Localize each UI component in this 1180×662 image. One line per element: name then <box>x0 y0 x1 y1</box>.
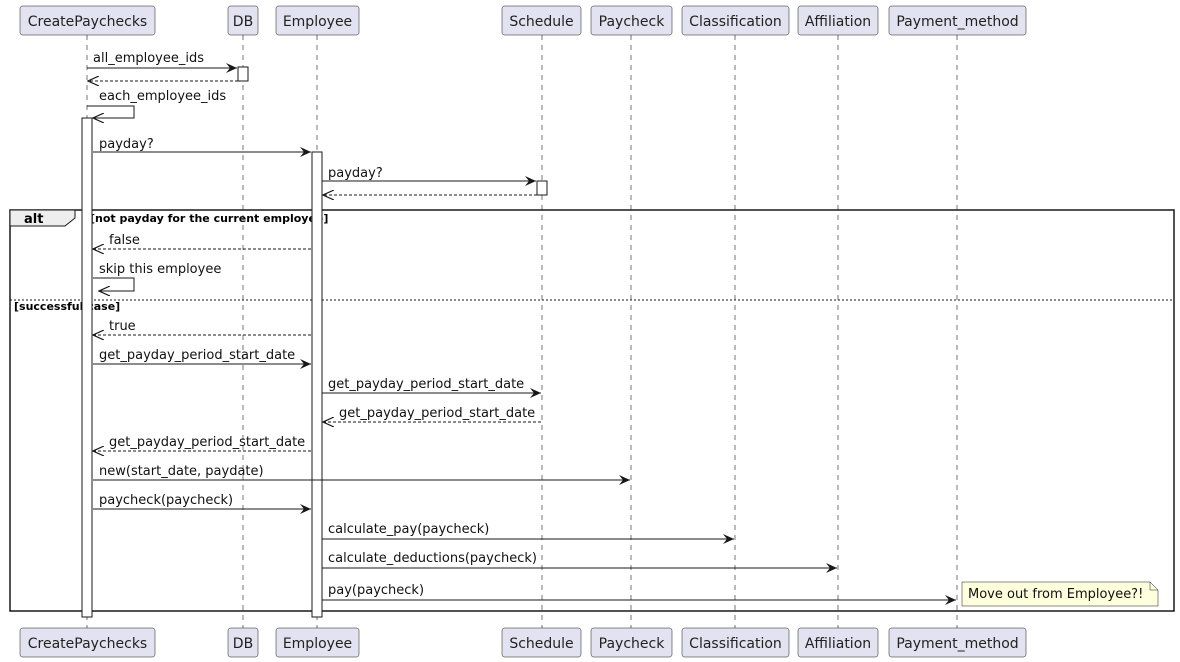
alt-keyword: alt <box>24 212 43 227</box>
message-label: all_employee_ids <box>93 51 204 66</box>
participant-schedule-top[interactable]: Schedule <box>501 5 582 36</box>
message-7[interactable]: skip this employee <box>93 262 221 291</box>
participant-classification-bottom[interactable]: Classification <box>681 627 790 658</box>
message-label: calculate_deductions(paycheck) <box>328 551 537 566</box>
participant-label: Schedule <box>509 636 573 652</box>
participant-affiliation-top[interactable]: Affiliation <box>797 5 879 36</box>
participant-payment_method-bottom[interactable]: Payment_method <box>888 627 1027 658</box>
message-label: each_employee_ids <box>99 89 226 104</box>
message-label: true <box>109 319 136 334</box>
participant-db-bottom[interactable]: DB <box>227 627 259 658</box>
message-0[interactable]: all_employee_ids <box>87 51 237 73</box>
note-text: Move out from Employee?! <box>968 587 1143 602</box>
note: Move out from Employee?! <box>961 581 1159 607</box>
message-label: paycheck(paycheck) <box>99 493 233 508</box>
participant-classification-top[interactable]: Classification <box>681 5 790 36</box>
message-label: payday? <box>328 166 383 181</box>
participant-label: Paycheck <box>599 636 666 652</box>
participant-label: Classification <box>689 636 782 652</box>
activation-bar-employee <box>311 151 323 618</box>
message-label: get_payday_period_start_date <box>339 406 535 421</box>
message-label: calculate_pay(paycheck) <box>328 522 489 537</box>
participant-label: Payment_method <box>896 14 1018 30</box>
participant-employee-bottom[interactable]: Employee <box>275 627 360 658</box>
return-message-6[interactable]: false <box>93 233 311 249</box>
activation-bar-createpaychecks <box>81 117 93 618</box>
message-16[interactable]: calculate_deductions(paycheck) <box>322 551 837 573</box>
message-3[interactable]: payday? <box>93 137 311 157</box>
return-message-12[interactable]: get_payday_period_start_date <box>93 435 311 451</box>
participant-label: Employee <box>283 14 352 30</box>
message-13[interactable]: new(start_date, paydate) <box>93 464 630 485</box>
participant-createpaychecks-top[interactable]: CreatePaychecks <box>19 5 156 36</box>
participant-label: Classification <box>689 14 782 30</box>
participant-label: Affiliation <box>805 636 871 652</box>
return-message-8[interactable]: true <box>93 319 311 335</box>
activation-bar-schedule <box>536 180 548 196</box>
participant-label: DB <box>233 636 253 652</box>
self-arrow <box>93 277 135 291</box>
participant-affiliation-bottom[interactable]: Affiliation <box>797 627 879 658</box>
participant-label: DB <box>233 14 253 30</box>
participant-employee-top[interactable]: Employee <box>275 5 360 36</box>
participant-label: CreatePaychecks <box>28 636 147 652</box>
participant-label: Payment_method <box>896 636 1018 652</box>
participant-label: Schedule <box>509 14 573 30</box>
alt-guard-2: [successful case] <box>14 300 120 313</box>
participant-label: Employee <box>283 636 352 652</box>
message-15[interactable]: calculate_pay(paycheck) <box>322 522 734 544</box>
message-label: get_payday_period_start_date <box>99 348 295 363</box>
alt-guard-1: [not payday for the current employee] <box>90 212 328 225</box>
participant-db-top[interactable]: DB <box>227 5 259 36</box>
participant-label: Paycheck <box>599 14 666 30</box>
self-arrow <box>87 105 135 118</box>
participant-createpaychecks-bottom[interactable]: CreatePaychecks <box>19 627 156 658</box>
participant-schedule-bottom[interactable]: Schedule <box>501 627 582 658</box>
message-label: skip this employee <box>99 262 221 277</box>
message-label: get_payday_period_start_date <box>109 435 305 450</box>
message-label: get_payday_period_start_date <box>328 377 524 392</box>
activation-bar-db <box>237 66 249 82</box>
sequence-diagram: alt [not payday for the current employee]… <box>9 5 1175 658</box>
message-9[interactable]: get_payday_period_start_date <box>93 348 311 369</box>
message-10[interactable]: get_payday_period_start_date <box>322 377 541 398</box>
participant-label: Affiliation <box>805 14 871 30</box>
participant-payment_method-top[interactable]: Payment_method <box>888 5 1027 36</box>
message-14[interactable]: paycheck(paycheck) <box>93 493 311 514</box>
participant-label: CreatePaychecks <box>28 14 147 30</box>
participant-paycheck-bottom[interactable]: Paycheck <box>590 627 673 658</box>
message-label: false <box>109 233 140 248</box>
participant-paycheck-top[interactable]: Paycheck <box>590 5 673 36</box>
message-17[interactable]: pay(paycheck) <box>322 583 956 605</box>
message-4[interactable]: payday? <box>322 166 536 186</box>
message-label: pay(paycheck) <box>328 583 424 598</box>
message-2[interactable]: each_employee_ids <box>87 89 226 118</box>
message-label: new(start_date, paydate) <box>99 464 264 479</box>
return-message-11[interactable]: get_payday_period_start_date <box>323 406 541 422</box>
message-label: payday? <box>99 137 154 152</box>
